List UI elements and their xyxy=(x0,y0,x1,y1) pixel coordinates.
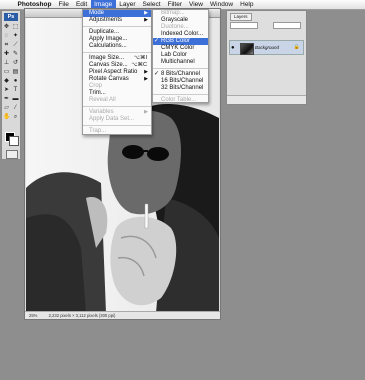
eraser-tool-icon[interactable]: ▭ xyxy=(3,69,10,76)
menu-item-crop: Crop xyxy=(89,83,103,89)
menu-item-8-bits[interactable]: ✓ 8 Bits/Channel xyxy=(153,71,208,78)
menu-item-indexed-color[interactable]: Indexed Color... xyxy=(153,31,208,38)
move-tool-icon[interactable]: ✥ xyxy=(3,24,10,31)
mode-submenu: Bitmap... Grayscale Duotone... Indexed C… xyxy=(152,9,209,103)
menu-item-rgb-color[interactable]: ✓ RGB Color xyxy=(153,38,208,45)
submenu-arrow-icon: ▶ xyxy=(144,76,148,82)
magic-wand-tool-icon[interactable]: ✦ xyxy=(12,33,19,40)
menu-separator xyxy=(153,94,208,95)
menu-item-multichannel[interactable]: Multichannel xyxy=(153,59,208,66)
dodge-tool-icon[interactable]: ● xyxy=(12,78,19,85)
image-menu: Mode ▶ Adjustments ▶ Duplicate... Apply Im… xyxy=(82,9,152,135)
menu-item-calculations[interactable]: Calculations... xyxy=(83,43,151,50)
menu-item-color-table: Color Table... xyxy=(161,97,197,103)
gradient-tool-icon[interactable]: ▤ xyxy=(12,69,19,76)
menu-item-apply-image[interactable]: Apply Image... xyxy=(83,36,151,43)
zoom-level[interactable]: 25% xyxy=(29,313,37,318)
menu-item-image-size[interactable]: Image Size... ⌥⌘I xyxy=(83,55,151,62)
marquee-tool-icon[interactable]: ⬚ xyxy=(12,24,19,31)
checkmark-icon: ✓ xyxy=(154,38,160,44)
zoom-tool-icon[interactable]: ⌕ xyxy=(12,114,19,121)
blend-mode-row xyxy=(230,22,304,29)
document-status-bar: 25% 2,232 pixels × 3,112 pixels (300 ppi… xyxy=(25,311,220,319)
menu-item-16-bits[interactable]: 16 Bits/Channel xyxy=(153,78,208,85)
slice-tool-icon[interactable]: ⟋ xyxy=(12,42,19,49)
tab-layers[interactable]: Layers xyxy=(230,13,252,21)
menu-separator xyxy=(83,26,151,27)
path-selection-icon[interactable]: ➤ xyxy=(3,87,10,94)
menu-item-cmyk-color[interactable]: CMYK Color xyxy=(153,45,208,52)
menu-item-lab-color[interactable]: Lab Color xyxy=(153,52,208,59)
hand-tool-icon[interactable]: ✋ xyxy=(3,114,10,121)
pen-tool-icon[interactable]: ✒ xyxy=(3,96,10,103)
document-info: 2,232 pixels × 3,112 pixels (300 ppi) xyxy=(48,313,116,318)
type-tool-icon[interactable]: T xyxy=(12,87,19,94)
menu-separator xyxy=(83,52,151,53)
menu-item-apply-data-set: Apply Data Set... xyxy=(89,116,135,122)
menu-item-mode[interactable]: Mode ▶ xyxy=(83,10,151,17)
crop-tool-icon[interactable]: ⌗ xyxy=(3,42,10,49)
menu-item-bitmap: Bitmap... xyxy=(161,10,185,16)
blur-tool-icon[interactable]: ◆ xyxy=(3,78,10,85)
menu-item-reveal-all: Reveal All xyxy=(89,97,116,103)
shortcut-label: ⌥⌘I xyxy=(133,55,147,61)
menu-item-32-bits[interactable]: 32 Bits/Channel xyxy=(153,85,208,92)
eye-icon[interactable]: ● xyxy=(231,45,235,51)
background-color-swatch[interactable] xyxy=(9,136,19,146)
shape-tool-icon[interactable]: ▬ xyxy=(12,96,19,103)
stamp-tool-icon[interactable]: ⊥ xyxy=(3,60,10,67)
submenu-arrow-icon: ▶ xyxy=(144,17,148,23)
layer-row-background[interactable]: ● Background 🔒 xyxy=(229,40,304,55)
lock-icon: 🔒 xyxy=(293,44,300,50)
lasso-tool-icon[interactable]: ◌ xyxy=(3,33,10,40)
menu-item-trap: Trap... xyxy=(89,128,107,134)
tools-panel: Ps ✥ ⬚ ◌ ✦ ⌗ ⟋ ✚ ✎ ⊥ ↺ ▭ ▤ ◆ ● ➤ T ✒ ▬ ▱ ⁄ ✋ ⌕ xyxy=(1,10,21,160)
blend-mode-select[interactable] xyxy=(230,22,258,29)
menu-item-trim[interactable]: Trim... xyxy=(83,90,151,97)
layer-thumbnail xyxy=(240,43,254,55)
brush-tool-icon[interactable]: ✎ xyxy=(12,51,19,58)
menu-item-variables: Variables ▶ xyxy=(89,109,148,115)
menu-item-duplicate[interactable]: Duplicate... xyxy=(83,29,151,36)
menu-item-canvas-size[interactable]: Canvas Size... ⌥⌘C xyxy=(83,62,151,69)
menu-separator xyxy=(153,68,208,69)
layers-panel: Layers ● Background 🔒 xyxy=(226,10,307,105)
menu-separator xyxy=(83,125,151,126)
photoshop-logo: Ps xyxy=(4,13,18,21)
history-brush-icon[interactable]: ↺ xyxy=(12,60,19,67)
menu-item-rotate-canvas[interactable]: Rotate Canvas ▶ xyxy=(83,76,151,83)
submenu-arrow-icon: ▶ xyxy=(144,10,148,16)
menu-item-duotone: Duotone... xyxy=(161,24,189,30)
submenu-arrow-icon: ▶ xyxy=(144,69,148,75)
layer-name: Background xyxy=(255,45,280,50)
menu-separator xyxy=(83,106,151,107)
quick-mask-button[interactable] xyxy=(6,150,18,159)
shortcut-label: ⌥⌘C xyxy=(131,62,147,68)
healing-tool-icon[interactable]: ✚ xyxy=(3,51,10,58)
eyedropper-tool-icon[interactable]: ⁄ xyxy=(12,105,19,112)
menu-item-pixel-aspect-ratio[interactable]: Pixel Aspect Ratio ▶ xyxy=(83,69,151,76)
submenu-arrow-icon: ▶ xyxy=(144,109,148,115)
menu-item-adjustments[interactable]: Adjustments ▶ xyxy=(83,17,151,24)
opacity-field[interactable] xyxy=(273,22,302,29)
menu-help[interactable]: Help xyxy=(237,0,257,9)
layers-panel-footer xyxy=(227,95,306,104)
menu-item-grayscale[interactable]: Grayscale xyxy=(153,17,208,24)
notes-tool-icon[interactable]: ▱ xyxy=(3,105,10,112)
checkmark-icon: ✓ xyxy=(154,71,160,77)
